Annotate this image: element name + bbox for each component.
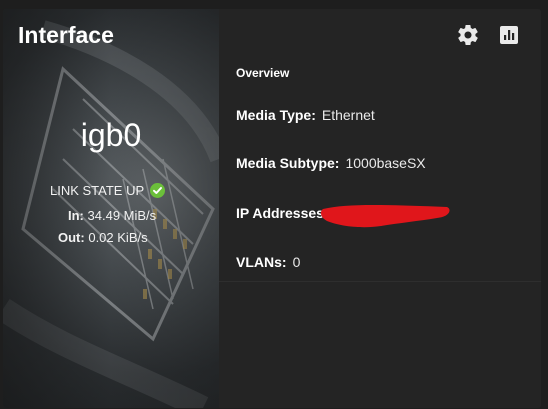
interface-card: Interface igb0 LINK STATE UP In: 34.49 M… <box>3 9 541 408</box>
interface-summary-panel: Interface igb0 LINK STATE UP In: 34.49 M… <box>3 9 219 408</box>
redaction-mark <box>320 205 450 228</box>
traffic-in-label: In: <box>68 208 84 223</box>
gear-icon <box>458 25 478 46</box>
media-subtype-value: 1000baseSX <box>345 155 426 171</box>
section-divider <box>219 281 541 282</box>
check-circle-icon <box>150 183 166 198</box>
reports-button[interactable] <box>497 23 521 47</box>
media-type-value: Ethernet <box>321 107 375 123</box>
media-type-label: Media Type: <box>236 107 316 123</box>
traffic-out: Out: 0.02 KiB/s <box>58 230 148 245</box>
vlans-row: VLANs: 0 <box>236 254 300 270</box>
traffic-out-value: 0.02 KiB/s <box>88 230 148 245</box>
traffic-in-value: 34.49 MiB/s <box>87 208 157 223</box>
card-title: Interface <box>18 22 114 48</box>
vlans-label: VLANs: <box>236 254 287 270</box>
link-state-status: LINK STATE UP <box>50 183 166 198</box>
bar-chart-icon <box>500 26 518 44</box>
interface-details-panel: Overview Media Type: Ethernet Media Subty… <box>219 9 541 408</box>
media-subtype-label: Media Subtype: <box>236 155 340 171</box>
traffic-out-label: Out: <box>58 230 85 245</box>
media-subtype-row: Media Subtype: 1000baseSX <box>236 155 426 171</box>
link-state-label: LINK STATE UP <box>50 183 145 198</box>
traffic-in: In: 34.49 MiB/s <box>68 208 156 223</box>
settings-button[interactable] <box>456 23 480 47</box>
interface-name: igb0 <box>80 117 142 153</box>
vlans-value: 0 <box>292 254 301 270</box>
ip-addresses-label: IP Addresses: <box>236 205 329 221</box>
media-type-row: Media Type: Ethernet <box>236 107 375 123</box>
overview-heading: Overview <box>236 66 290 80</box>
